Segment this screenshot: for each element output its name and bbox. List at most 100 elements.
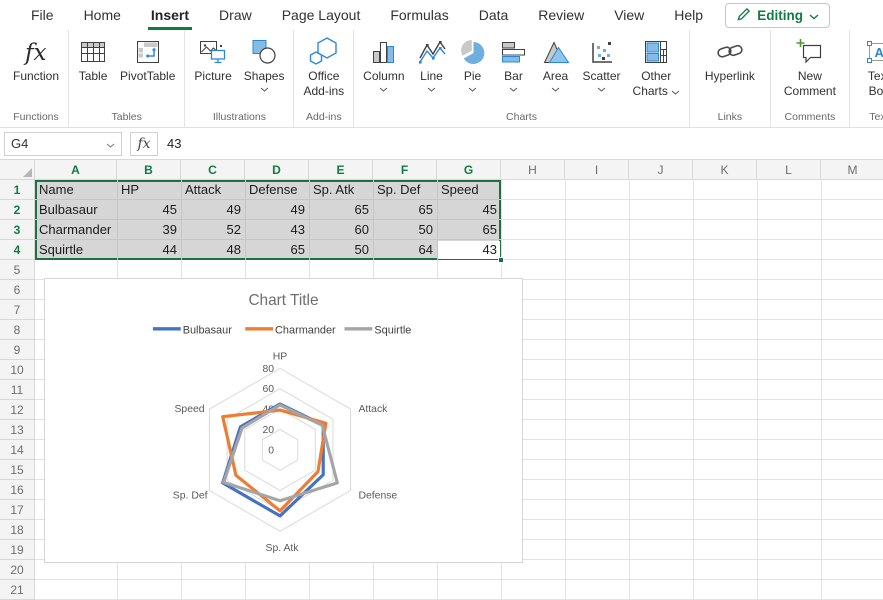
area-chart-button[interactable]: Area <box>535 30 577 110</box>
menu-formulas[interactable]: Formulas <box>390 0 448 30</box>
cell-A1[interactable]: Name <box>35 180 117 200</box>
column-header-F[interactable]: F <box>373 160 437 180</box>
cell-E3[interactable]: 60 <box>309 220 373 240</box>
cell-D4[interactable]: 65 <box>245 240 309 260</box>
column-header-K[interactable]: K <box>693 160 757 180</box>
bar-chart-button[interactable]: Bar <box>493 30 535 110</box>
row-header-21[interactable]: 21 <box>0 580 35 600</box>
cell-B1[interactable]: HP <box>117 180 181 200</box>
cell-E4[interactable]: 50 <box>309 240 373 260</box>
column-header-L[interactable]: L <box>757 160 821 180</box>
menu-page-layout[interactable]: Page Layout <box>282 0 361 30</box>
table-button[interactable]: Table <box>72 30 114 110</box>
column-chart-button[interactable]: Column <box>357 30 410 110</box>
row-header-20[interactable]: 20 <box>0 560 35 580</box>
cell-C1[interactable]: Attack <box>181 180 245 200</box>
row-header-12[interactable]: 12 <box>0 400 35 420</box>
cell-G3[interactable]: 65 <box>437 220 501 240</box>
scatter-chart-button[interactable]: Scatter <box>577 30 627 110</box>
select-all-corner[interactable] <box>0 160 35 180</box>
column-header-M[interactable]: M <box>821 160 883 180</box>
cell-D3[interactable]: 43 <box>245 220 309 240</box>
row-header-16[interactable]: 16 <box>0 480 35 500</box>
new-comment-button[interactable]: New Comment <box>774 30 846 110</box>
column-header-H[interactable]: H <box>501 160 565 180</box>
cell-F3[interactable]: 50 <box>373 220 437 240</box>
row-header-3[interactable]: 3 <box>0 220 35 240</box>
cell-G4[interactable]: 43 <box>437 240 501 260</box>
menu-home[interactable]: Home <box>84 0 121 30</box>
pivottable-button[interactable]: PivotTable <box>114 30 181 110</box>
row-header-17[interactable]: 17 <box>0 500 35 520</box>
menu-draw[interactable]: Draw <box>219 0 252 30</box>
cell-B4[interactable]: 44 <box>117 240 181 260</box>
row-header-6[interactable]: 6 <box>0 280 35 300</box>
cell-G2[interactable]: 45 <box>437 200 501 220</box>
legend-label-charmander: Charmander <box>275 325 336 337</box>
pie-chart-button[interactable]: Pie <box>453 30 493 110</box>
pie-chart-icon <box>459 35 487 68</box>
other-charts-button[interactable]: Other Charts <box>627 30 686 110</box>
column-header-E[interactable]: E <box>309 160 373 180</box>
cell-C2[interactable]: 49 <box>181 200 245 220</box>
insert-function-button[interactable]: fx <box>130 132 158 156</box>
cell-D2[interactable]: 49 <box>245 200 309 220</box>
office-addins-button[interactable]: Office Add-ins <box>297 30 350 110</box>
column-header-C[interactable]: C <box>181 160 245 180</box>
shapes-button[interactable]: Shapes <box>238 30 291 110</box>
column-header-G[interactable]: G <box>437 160 501 180</box>
line-chart-button[interactable]: Line <box>411 30 453 110</box>
cell-G1[interactable]: Speed <box>437 180 501 200</box>
row-header-7[interactable]: 7 <box>0 300 35 320</box>
cell-E2[interactable]: 65 <box>309 200 373 220</box>
cell-C3[interactable]: 52 <box>181 220 245 240</box>
row-header-18[interactable]: 18 <box>0 520 35 540</box>
function-button[interactable]: fx Function <box>7 30 65 110</box>
row-header-2[interactable]: 2 <box>0 200 35 220</box>
svg-text:A: A <box>874 45 883 60</box>
cell-F4[interactable]: 64 <box>373 240 437 260</box>
row-header-1[interactable]: 1 <box>0 180 35 200</box>
formula-input[interactable]: 43 <box>158 136 883 151</box>
name-box[interactable]: G4 <box>4 132 122 156</box>
row-header-19[interactable]: 19 <box>0 540 35 560</box>
cell-B3[interactable]: 39 <box>117 220 181 240</box>
cell-B2[interactable]: 45 <box>117 200 181 220</box>
cell-C4[interactable]: 48 <box>181 240 245 260</box>
row-header-4[interactable]: 4 <box>0 240 35 260</box>
row-header-9[interactable]: 9 <box>0 340 35 360</box>
menu-data[interactable]: Data <box>479 0 509 30</box>
column-header-B[interactable]: B <box>117 160 181 180</box>
row-header-14[interactable]: 14 <box>0 440 35 460</box>
cell-E1[interactable]: Sp. Atk <box>309 180 373 200</box>
fill-handle[interactable] <box>498 257 504 263</box>
row-header-8[interactable]: 8 <box>0 320 35 340</box>
radar-chart[interactable]: Chart TitleBulbasaurCharmanderSquirtle02… <box>44 278 523 563</box>
cell-A4[interactable]: Squirtle <box>35 240 117 260</box>
cell-D1[interactable]: Defense <box>245 180 309 200</box>
picture-button[interactable]: Picture <box>188 30 237 110</box>
column-header-A[interactable]: A <box>35 160 117 180</box>
menu-insert[interactable]: Insert <box>151 0 189 30</box>
editing-mode-button[interactable]: Editing <box>725 3 830 28</box>
menu-file[interactable]: File <box>31 0 54 30</box>
menu-help[interactable]: Help <box>674 0 703 30</box>
row-header-10[interactable]: 10 <box>0 360 35 380</box>
menu-review[interactable]: Review <box>538 0 584 30</box>
column-header-J[interactable]: J <box>629 160 693 180</box>
row-header-15[interactable]: 15 <box>0 460 35 480</box>
cell-F2[interactable]: 65 <box>373 200 437 220</box>
cell-F1[interactable]: Sp. Def <box>373 180 437 200</box>
ribbon-group-tables: Table PivotTable Tables <box>69 30 185 127</box>
chart-canvas: Chart TitleBulbasaurCharmanderSquirtle02… <box>45 279 522 562</box>
column-header-D[interactable]: D <box>245 160 309 180</box>
row-header-11[interactable]: 11 <box>0 380 35 400</box>
row-header-13[interactable]: 13 <box>0 420 35 440</box>
column-header-I[interactable]: I <box>565 160 629 180</box>
menu-view[interactable]: View <box>614 0 644 30</box>
cell-A3[interactable]: Charmander <box>35 220 117 240</box>
cell-A2[interactable]: Bulbasaur <box>35 200 117 220</box>
text-box-button[interactable]: A Text Box <box>853 30 883 110</box>
hyperlink-button[interactable]: Hyperlink <box>693 30 767 110</box>
row-header-5[interactable]: 5 <box>0 260 35 280</box>
